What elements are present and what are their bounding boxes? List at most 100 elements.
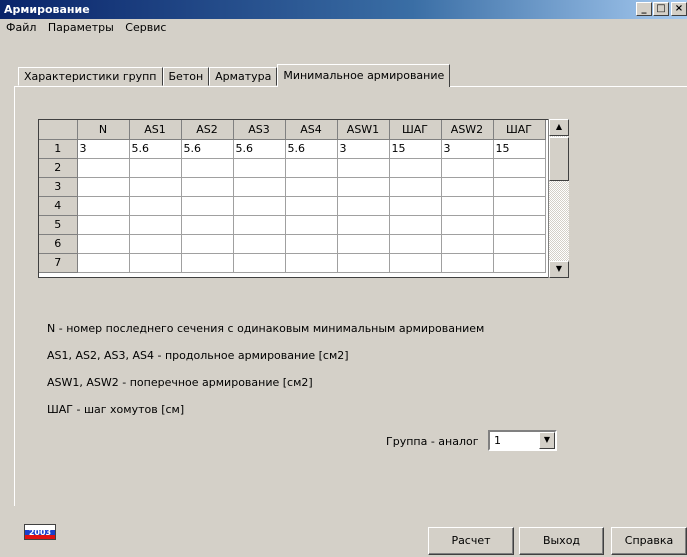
grid-cell[interactable]	[337, 196, 390, 216]
exit-button[interactable]: Выход	[519, 527, 604, 555]
grid-cell[interactable]	[337, 253, 390, 273]
grid-cell[interactable]	[389, 196, 442, 216]
grid-cell[interactable]: 15	[389, 139, 442, 159]
grid-cell[interactable]	[285, 158, 338, 178]
help-button[interactable]: Справка	[611, 527, 687, 555]
grid-cell[interactable]	[441, 215, 494, 235]
tab-concrete[interactable]: Бетон	[162, 67, 210, 86]
window-titlebar: Армирование _ □ ×	[0, 0, 687, 19]
grid-row-number: 3	[39, 177, 78, 197]
analog-label: Группа - аналог	[386, 435, 479, 448]
calculate-button[interactable]: Расчет	[428, 527, 514, 555]
grid-cell[interactable]	[129, 215, 182, 235]
tab-reinforcement[interactable]: Арматура	[209, 67, 278, 86]
grid-cell[interactable]: 5.6	[181, 139, 234, 159]
grid-cell[interactable]	[441, 253, 494, 273]
scroll-down-button[interactable]: ▼	[549, 261, 569, 278]
grid-cell[interactable]	[493, 253, 546, 273]
grid-cell[interactable]	[493, 177, 546, 197]
menu-service[interactable]: Сервис	[121, 21, 170, 34]
grid-cell[interactable]	[129, 158, 182, 178]
grid-cell[interactable]	[181, 234, 234, 254]
info-n: N - номер последнего сечения с одинаковы…	[47, 322, 485, 335]
grid-cell[interactable]	[181, 158, 234, 178]
grid-row-number: 6	[39, 234, 78, 254]
grid-cell[interactable]	[129, 196, 182, 216]
grid-cell[interactable]	[233, 234, 286, 254]
grid-cell[interactable]: 15	[493, 139, 546, 159]
grid-cell[interactable]	[441, 177, 494, 197]
grid-cell[interactable]: 5.6	[233, 139, 286, 159]
tab-minimal-reinforcement[interactable]: Минимальное армирование	[277, 64, 451, 87]
grid-cell[interactable]	[129, 234, 182, 254]
grid-cell[interactable]	[233, 215, 286, 235]
grid-cell[interactable]	[77, 215, 130, 235]
grid-cell[interactable]	[77, 158, 130, 178]
grid-cell[interactable]	[77, 177, 130, 197]
grid-row-number: 7	[39, 253, 78, 273]
grid-body: 1 3 5.6 5.6 5.6 5.6 3 15 3 15 2 3 4 5 6 7	[39, 139, 546, 273]
grid-cell[interactable]	[441, 196, 494, 216]
grid-cell[interactable]	[441, 158, 494, 178]
grid-row-number: 1	[39, 139, 78, 159]
grid-cell[interactable]	[389, 158, 442, 178]
grid-cell[interactable]: 3	[337, 139, 390, 159]
grid-cell[interactable]	[77, 253, 130, 273]
close-button[interactable]: ×	[671, 2, 687, 16]
grid-cell[interactable]	[77, 196, 130, 216]
grid-cell[interactable]	[285, 215, 338, 235]
grid-cell[interactable]	[493, 158, 546, 178]
grid-header: N AS1 AS2 AS3 AS4 ASW1 ШАГ ASW2 ШАГ	[39, 120, 546, 140]
grid-cell[interactable]	[181, 196, 234, 216]
grid-cell[interactable]	[337, 177, 390, 197]
grid-cell[interactable]	[389, 177, 442, 197]
grid-cell[interactable]	[129, 177, 182, 197]
analog-select[interactable]: 1 ▼	[488, 430, 557, 451]
grid-column-header: ШАГ	[493, 120, 546, 140]
grid-cell[interactable]	[77, 234, 130, 254]
grid-cell[interactable]	[441, 234, 494, 254]
grid-cell[interactable]	[285, 196, 338, 216]
grid-row-number: 5	[39, 215, 78, 235]
grid-cell[interactable]	[129, 253, 182, 273]
maximize-button[interactable]: □	[653, 2, 669, 16]
grid-row: 1 3 5.6 5.6 5.6 5.6 3 15 3 15	[39, 139, 546, 159]
menu-file[interactable]: Файл	[2, 21, 40, 34]
grid-cell[interactable]	[285, 177, 338, 197]
menu-bar: Файл Параметры Сервис	[0, 19, 687, 37]
grid-column-header: AS1	[129, 120, 182, 140]
menu-parameters[interactable]: Параметры	[44, 21, 118, 34]
grid-cell[interactable]	[493, 215, 546, 235]
grid-cell[interactable]	[285, 234, 338, 254]
grid-cell[interactable]: 3	[441, 139, 494, 159]
grid-cell[interactable]	[337, 215, 390, 235]
grid-cell[interactable]: 3	[77, 139, 130, 159]
grid-cell[interactable]	[285, 253, 338, 273]
grid-column-header: AS2	[181, 120, 234, 140]
reinforcement-grid[interactable]: N AS1 AS2 AS3 AS4 ASW1 ШАГ ASW2 ШАГ 1 3 5.6 5.6 5.6 5…	[38, 119, 569, 278]
grid-scrollbar[interactable]: ▲ ▼	[548, 119, 569, 278]
grid-cell[interactable]	[389, 215, 442, 235]
grid-cell[interactable]	[389, 253, 442, 273]
grid-cell[interactable]	[493, 234, 546, 254]
scroll-thumb[interactable]	[549, 137, 569, 181]
grid-column-header: ШАГ	[389, 120, 442, 140]
grid-cell[interactable]	[181, 177, 234, 197]
grid-cell[interactable]	[337, 158, 390, 178]
grid-cell[interactable]	[181, 253, 234, 273]
grid-cell[interactable]: 5.6	[285, 139, 338, 159]
grid-cell[interactable]	[389, 234, 442, 254]
chevron-down-icon[interactable]: ▼	[539, 432, 555, 449]
logo-year: 2003	[25, 529, 55, 537]
grid-cell[interactable]	[337, 234, 390, 254]
scroll-up-button[interactable]: ▲	[549, 119, 569, 136]
grid-cell[interactable]	[233, 196, 286, 216]
grid-cell[interactable]	[493, 196, 546, 216]
grid-cell[interactable]: 5.6	[129, 139, 182, 159]
tab-group-characteristics[interactable]: Характеристики групп	[18, 67, 163, 86]
grid-cell[interactable]	[233, 253, 286, 273]
grid-cell[interactable]	[181, 215, 234, 235]
grid-cell[interactable]	[233, 177, 286, 197]
minimize-button[interactable]: _	[636, 2, 652, 16]
grid-cell[interactable]	[233, 158, 286, 178]
